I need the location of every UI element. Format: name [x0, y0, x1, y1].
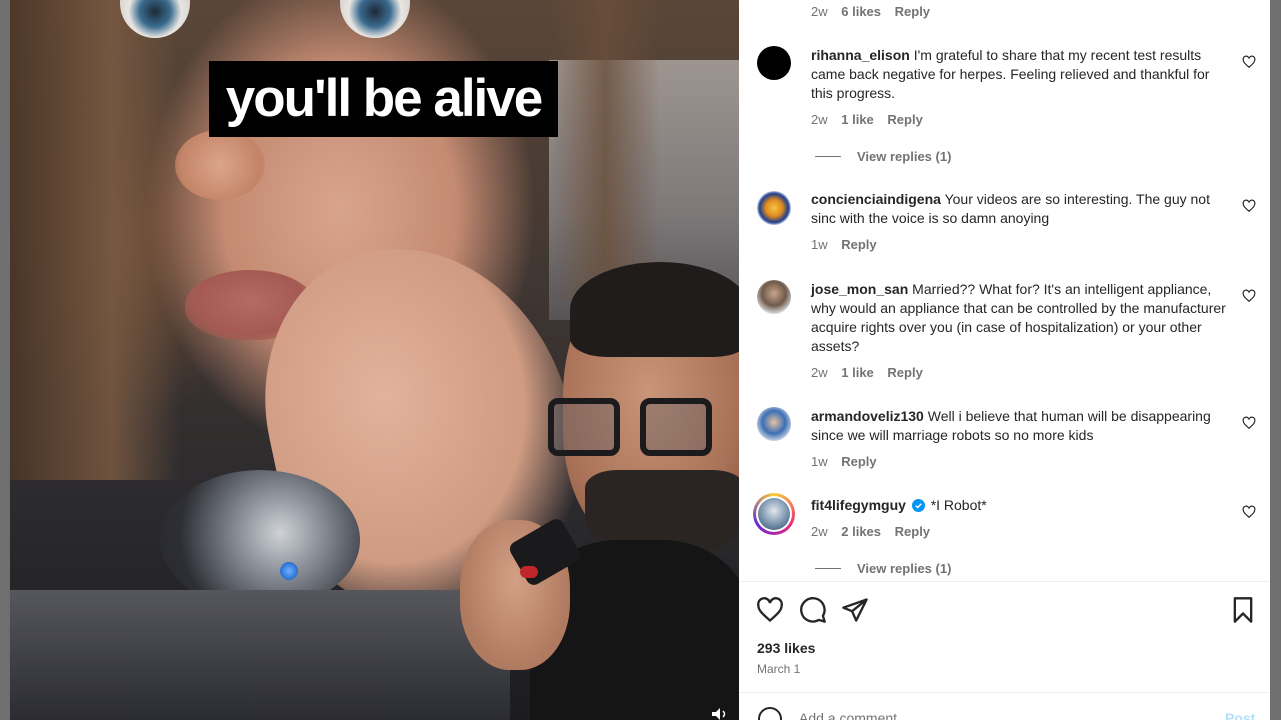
comment-meta: 2w 1 like Reply: [811, 112, 933, 127]
backdrop-right: [1270, 0, 1281, 720]
glasses-right-lens: [640, 398, 712, 456]
backdrop-left: [0, 0, 10, 720]
avatar-photo: [758, 498, 790, 530]
comment-username[interactable]: rihanna_elison: [811, 47, 910, 63]
verified-badge-icon: [911, 499, 925, 512]
comment-time: 2w: [811, 4, 828, 19]
comment-likes[interactable]: 6 likes: [841, 4, 881, 19]
divider: [739, 692, 1270, 693]
avatar[interactable]: [757, 191, 791, 225]
comment-meta: 2w 2 likes Reply: [811, 524, 940, 539]
woman-eye-right: [340, 0, 410, 38]
reply-button[interactable]: Reply: [887, 365, 922, 380]
comment-text: armandoveliz130 Well i believe that huma…: [811, 407, 1226, 445]
woman-hair-left: [10, 0, 180, 480]
comment-text: fit4lifegymguy *I Robot*: [811, 496, 1226, 515]
comment-meta: 1w Reply: [811, 237, 887, 252]
heart-icon[interactable]: [1242, 416, 1256, 430]
robot-device: [160, 470, 360, 610]
reply-button[interactable]: Reply: [841, 237, 876, 252]
view-replies-label: View replies (1): [857, 561, 952, 576]
laptop: [10, 590, 510, 720]
view-replies-button[interactable]: View replies (1): [815, 149, 951, 164]
comment-username[interactable]: concienciaindigena: [811, 191, 941, 207]
woman-hair-right: [550, 0, 660, 300]
comment-username[interactable]: jose_mon_san: [811, 281, 908, 297]
add-comment-input[interactable]: Add a comment…: [799, 710, 911, 720]
post-media-video[interactable]: you'll be alive: [10, 0, 739, 720]
comment-text: concienciaindigena Your videos are so in…: [811, 190, 1226, 228]
comment-text: jose_mon_san Married?? What for? It's an…: [811, 280, 1226, 356]
comment-time: 2w: [811, 524, 828, 539]
comment-time: 1w: [811, 454, 828, 469]
comment-likes[interactable]: 1 like: [841, 365, 874, 380]
avatar-inner-ring: [756, 496, 792, 532]
heart-icon[interactable]: [1242, 199, 1256, 213]
post-actions: [739, 592, 1270, 628]
comment-body: *I Robot*: [930, 497, 987, 513]
speech-bubble-icon[interactable]: [799, 596, 827, 624]
robot-light: [280, 562, 298, 580]
divider: [739, 581, 1270, 582]
replies-line: [815, 568, 841, 569]
reply-button[interactable]: Reply: [895, 524, 930, 539]
smiley-icon[interactable]: [757, 706, 783, 720]
comment-meta: 2w 1 like Reply: [811, 365, 933, 380]
comment-meta: 2w 6 likes Reply: [811, 4, 940, 19]
comment-meta: 1w Reply: [811, 454, 887, 469]
post-button[interactable]: Post: [1225, 710, 1255, 720]
replies-line: [815, 156, 841, 157]
comment-username[interactable]: fit4lifegymguy: [811, 497, 906, 513]
heart-icon[interactable]: [1242, 289, 1256, 303]
post-date: March 1: [757, 662, 801, 676]
comment-likes[interactable]: 1 like: [841, 112, 874, 127]
device-led: [520, 566, 538, 578]
post-likes-count[interactable]: 293 likes: [757, 640, 815, 656]
woman-nose: [175, 130, 265, 200]
glasses-left-lens: [548, 398, 620, 456]
heart-icon[interactable]: [1242, 505, 1256, 519]
speaker-icon[interactable]: [710, 708, 730, 720]
view-replies-button[interactable]: View replies (1): [815, 561, 951, 576]
comment-time: 2w: [811, 365, 828, 380]
comment-likes[interactable]: 2 likes: [841, 524, 881, 539]
reply-button[interactable]: Reply: [841, 454, 876, 469]
comment-time: 1w: [811, 237, 828, 252]
man-hair: [570, 262, 739, 357]
heart-icon[interactable]: [1242, 55, 1256, 69]
avatar[interactable]: [757, 407, 791, 441]
heart-icon[interactable]: [756, 596, 784, 624]
avatar[interactable]: [757, 46, 791, 80]
story-ring-avatar[interactable]: [753, 493, 795, 535]
video-caption: you'll be alive: [209, 61, 558, 137]
comments-panel: 2w 6 likes Reply rihanna_elison I'm grat…: [739, 0, 1270, 720]
view-replies-label: View replies (1): [857, 149, 952, 164]
paper-plane-icon[interactable]: [841, 596, 869, 624]
reply-button[interactable]: Reply: [887, 112, 922, 127]
comment-text: rihanna_elison I'm grateful to share tha…: [811, 46, 1226, 103]
comment-username[interactable]: armandoveliz130: [811, 408, 924, 424]
bookmark-icon[interactable]: [1229, 596, 1257, 624]
avatar[interactable]: [757, 280, 791, 314]
comment-time: 2w: [811, 112, 828, 127]
comments-list[interactable]: 2w 6 likes Reply rihanna_elison I'm grat…: [739, 0, 1270, 581]
reply-button[interactable]: Reply: [895, 4, 930, 19]
